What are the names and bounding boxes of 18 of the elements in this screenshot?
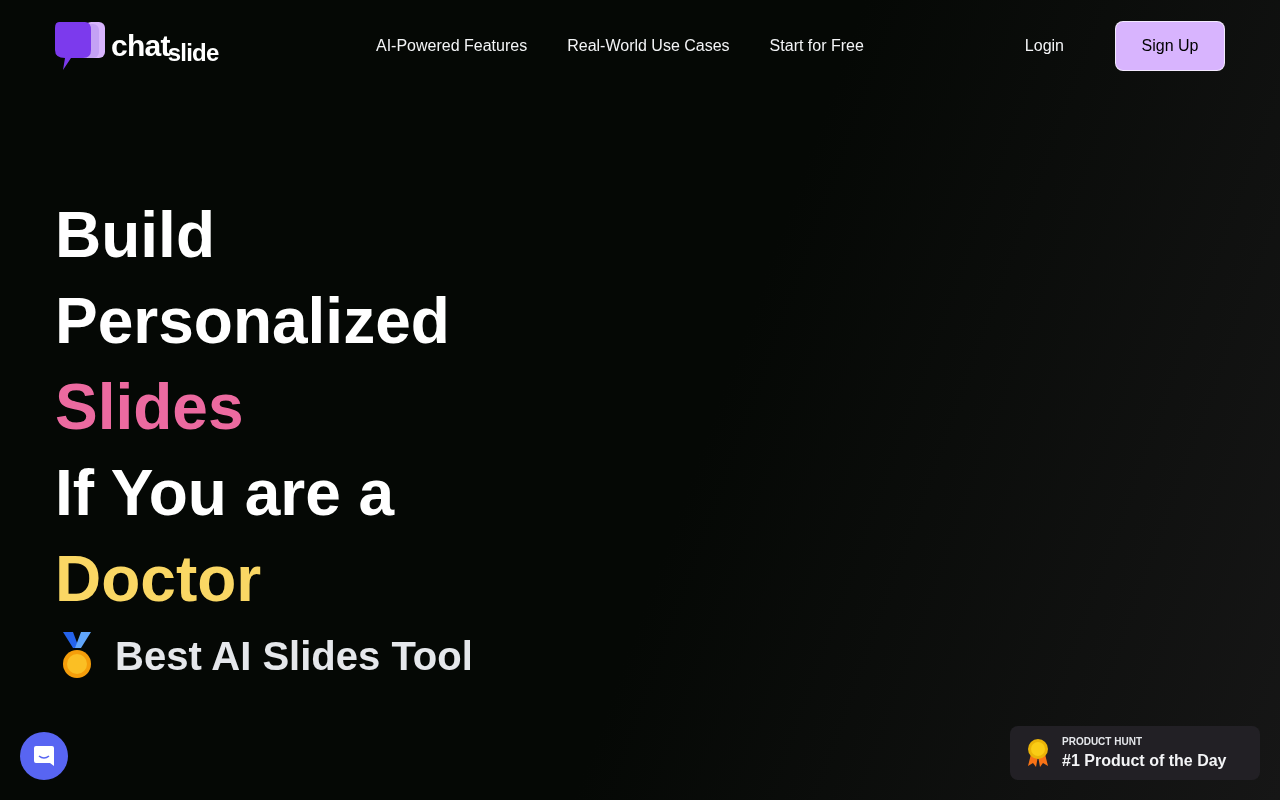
headline-line: If You are a bbox=[55, 456, 395, 531]
nav-link[interactable]: AI-Powered Features bbox=[376, 34, 528, 58]
badge-overline: PRODUCT HUNT bbox=[1062, 734, 1143, 749]
sign-up-button[interactable]: Sign Up bbox=[1115, 21, 1225, 71]
login-link[interactable]: Login bbox=[1024, 34, 1064, 58]
headline-line: Slides bbox=[55, 370, 244, 445]
nav-link[interactable]: Real-World Use Cases bbox=[567, 34, 730, 58]
badge-title: #1 Product of the Day bbox=[1062, 750, 1227, 771]
headline-line: Personalized bbox=[55, 284, 450, 359]
chat-launcher-button[interactable] bbox=[20, 732, 68, 780]
award-text: Best AI Slides Tool bbox=[115, 633, 473, 680]
logo-icon bbox=[55, 20, 107, 72]
product-hunt-badge[interactable]: PRODUCT HUNT #1 Product of the Day bbox=[1010, 726, 1260, 780]
headline-line: Build bbox=[55, 198, 215, 273]
headline-line: Doctor bbox=[55, 542, 262, 617]
chat-icon bbox=[33, 745, 55, 767]
nav-link[interactable]: Start for Free bbox=[769, 34, 864, 58]
award-ribbon-icon bbox=[1026, 738, 1050, 768]
